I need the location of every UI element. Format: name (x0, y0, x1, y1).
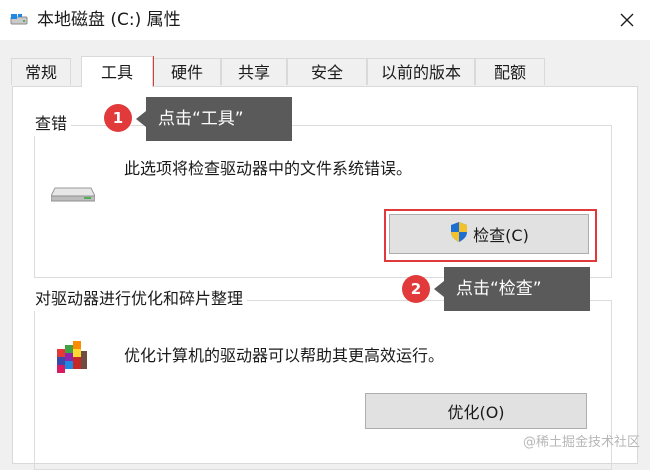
tab-quota[interactable]: 配额 (475, 58, 545, 85)
tab-tools[interactable]: 工具 (81, 56, 153, 87)
step-2-callout: 点击“检查” (434, 267, 590, 311)
tab-general[interactable]: 常规 (11, 58, 71, 85)
hard-drive-icon (50, 182, 96, 206)
error-check-description: 此选项将检查驱动器中的文件系统错误。 (124, 159, 413, 178)
drive-icon (10, 12, 28, 26)
error-check-title: 查错 (31, 112, 72, 136)
title-bar: 本地磁盘 (C:) 属性 (0, 0, 650, 40)
optimize-title: 对驱动器进行优化和碎片整理 (31, 287, 248, 311)
uac-shield-icon (449, 221, 469, 247)
check-button[interactable]: 检查(C) (389, 214, 589, 254)
watermark: @稀土掘金技术社区 (522, 435, 640, 450)
optimize-button[interactable]: 优化(O) (365, 393, 587, 429)
step-1-callout: 点击“工具” (136, 97, 292, 141)
window-title: 本地磁盘 (C:) 属性 (37, 10, 181, 30)
step-2-badge: 2 (402, 275, 430, 303)
tab-security[interactable]: 安全 (287, 58, 367, 85)
defrag-icon (55, 341, 89, 381)
close-icon (620, 13, 634, 27)
step-1-badge: 1 (104, 104, 132, 132)
optimize-button-label: 优化(O) (447, 403, 505, 422)
tab-hardware[interactable]: 硬件 (153, 58, 221, 85)
check-button-label: 检查(C) (473, 226, 529, 245)
tab-previous-versions[interactable]: 以前的版本 (367, 58, 475, 85)
tab-strip: 常规 工具 硬件 共享 安全 以前的版本 配额 (11, 56, 551, 87)
tab-sharing[interactable]: 共享 (221, 58, 287, 85)
close-button[interactable] (604, 0, 650, 40)
optimize-description: 优化计算机的驱动器可以帮助其更高效运行。 (124, 346, 445, 365)
error-check-group: 查错 此选项将检查驱动器中的文件系统错误。 检查(C) (31, 112, 612, 278)
